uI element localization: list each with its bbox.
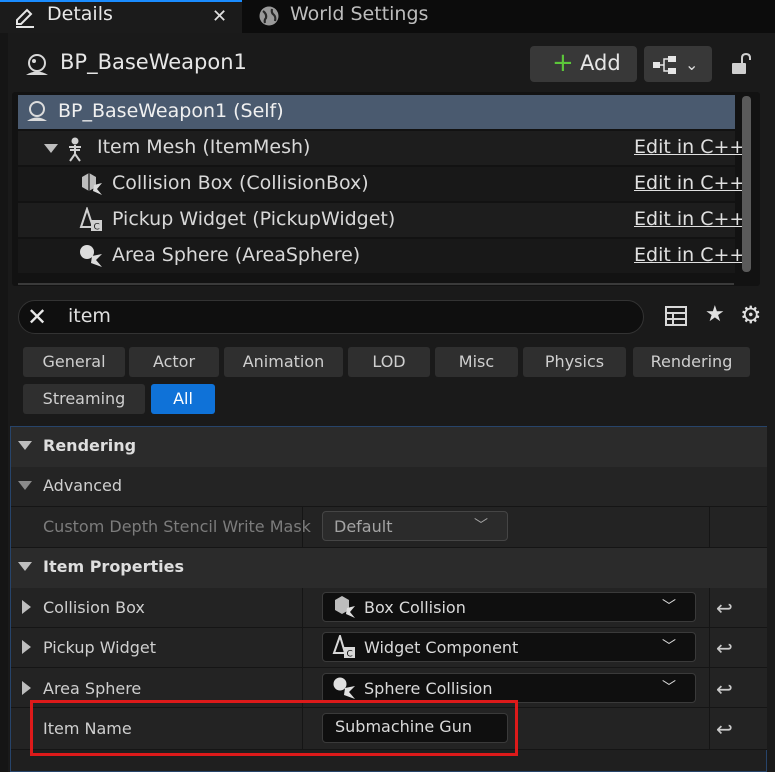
actor-icon — [26, 54, 48, 75]
expand-arrow-icon[interactable] — [22, 600, 31, 614]
svg-text:C: C — [94, 223, 100, 233]
tree-divider — [18, 283, 734, 285]
globe-icon — [259, 6, 279, 26]
stencil-label: Custom Depth Stencil Write Mask — [43, 517, 311, 536]
collapse-arrow-icon[interactable] — [18, 441, 32, 450]
sphere-collision-icon — [80, 245, 102, 267]
column-divider — [709, 668, 710, 708]
tab-details[interactable] — [0, 0, 242, 33]
filter-all[interactable]: All — [151, 384, 215, 414]
area-sphere-value: Sphere Collision — [364, 679, 493, 698]
filter-rendering[interactable]: Rendering — [633, 347, 750, 377]
skeletal-mesh-icon — [69, 137, 81, 162]
reset-to-default-icon[interactable]: ↩ — [716, 717, 733, 741]
category-item-properties-label: Item Properties — [43, 557, 185, 576]
box-collision-icon — [82, 173, 102, 195]
collision-box-value: Box Collision — [364, 598, 466, 617]
filter-general[interactable]: General — [23, 347, 125, 377]
edit-in-cpp-link[interactable]: Edit in C++ — [634, 208, 745, 230]
filter-lod[interactable]: LOD — [348, 347, 430, 377]
tree-item-self-label: BP_BaseWeapon1 (Self) — [58, 100, 284, 122]
edit-in-cpp-link[interactable]: Edit in C++ — [634, 172, 745, 194]
search-input[interactable]: item — [68, 305, 111, 327]
column-divider — [302, 588, 303, 628]
unlock-icon[interactable] — [730, 52, 752, 76]
tree-scrollbar[interactable] — [742, 96, 751, 272]
table-view-icon[interactable] — [664, 304, 688, 328]
pickup-widget-label: Pickup Widget — [43, 638, 157, 657]
filter-animation[interactable]: Animation — [224, 347, 343, 377]
chevron-down-icon: ﹀ — [662, 599, 676, 615]
edit-in-cpp-link[interactable]: Edit in C++ — [634, 136, 745, 158]
actor-self-icon — [27, 101, 47, 121]
column-divider — [709, 628, 710, 668]
reset-to-default-icon[interactable]: ↩ — [716, 677, 733, 701]
advanced-row[interactable] — [11, 467, 767, 507]
column-divider — [709, 588, 710, 628]
blueprint-title: BP_BaseWeapon1 — [60, 50, 247, 74]
search-box[interactable] — [18, 300, 644, 334]
column-divider — [709, 708, 710, 750]
chevron-down-icon: ﹀ — [662, 639, 676, 655]
tree-item-pickup-widget-label: Pickup Widget (PickupWidget) — [112, 208, 396, 230]
tab-world-settings[interactable]: World Settings — [290, 3, 428, 25]
collapse-arrow-icon[interactable] — [18, 481, 32, 490]
category-rendering-label: Rendering — [43, 436, 137, 455]
advanced-label: Advanced — [43, 476, 123, 495]
add-button-label: Add — [580, 51, 621, 75]
filter-streaming[interactable]: Streaming — [23, 384, 145, 414]
collapse-arrow-icon[interactable] — [18, 562, 32, 571]
stencil-value: Default — [334, 517, 393, 536]
filter-physics[interactable]: Physics — [523, 347, 626, 377]
expand-arrow-icon[interactable] — [22, 681, 31, 695]
tree-item-collision-box-label: Collision Box (CollisionBox) — [112, 172, 369, 194]
expand-arrow-icon[interactable] — [22, 640, 31, 654]
plus-icon: + — [552, 48, 574, 78]
chevron-down-icon: ⌄ — [685, 55, 699, 74]
pencil-details-icon — [16, 8, 34, 28]
widget-component-icon: C — [332, 635, 355, 660]
tab-details-label: Details — [47, 3, 113, 25]
column-divider — [709, 507, 710, 547]
reset-to-default-icon[interactable]: ↩ — [716, 596, 733, 620]
sphere-collision-icon — [333, 677, 355, 699]
tree-item-area-sphere-label: Area Sphere (AreaSphere) — [112, 244, 361, 266]
box-collision-icon — [335, 596, 355, 618]
collision-box-label: Collision Box — [43, 598, 145, 617]
filter-actor[interactable]: Actor — [129, 347, 219, 377]
pickup-widget-value: Widget Component — [364, 638, 519, 657]
filter-misc[interactable]: Misc — [435, 347, 518, 377]
clear-search-icon[interactable]: ✕ — [27, 303, 47, 331]
favorites-star-icon[interactable]: ★ — [705, 302, 725, 327]
chevron-down-icon: ﹀ — [474, 518, 488, 534]
column-divider — [302, 628, 303, 668]
reset-to-default-icon[interactable]: ↩ — [716, 636, 733, 660]
hierarchy-icon — [653, 56, 676, 74]
annotation-highlight-box — [30, 700, 518, 756]
widget-component-icon: C — [79, 207, 102, 233]
tree-item-item-mesh-label: Item Mesh (ItemMesh) — [97, 136, 311, 158]
settings-gear-icon[interactable]: ⚙ — [740, 301, 762, 329]
close-tab-icon[interactable]: ✕ — [212, 6, 227, 27]
edit-in-cpp-link[interactable]: Edit in C++ — [634, 244, 745, 266]
chevron-down-icon: ﹀ — [662, 680, 676, 696]
expand-arrow-icon[interactable] — [44, 144, 58, 153]
area-sphere-label: Area Sphere — [43, 679, 142, 698]
svg-text:C: C — [347, 650, 353, 660]
